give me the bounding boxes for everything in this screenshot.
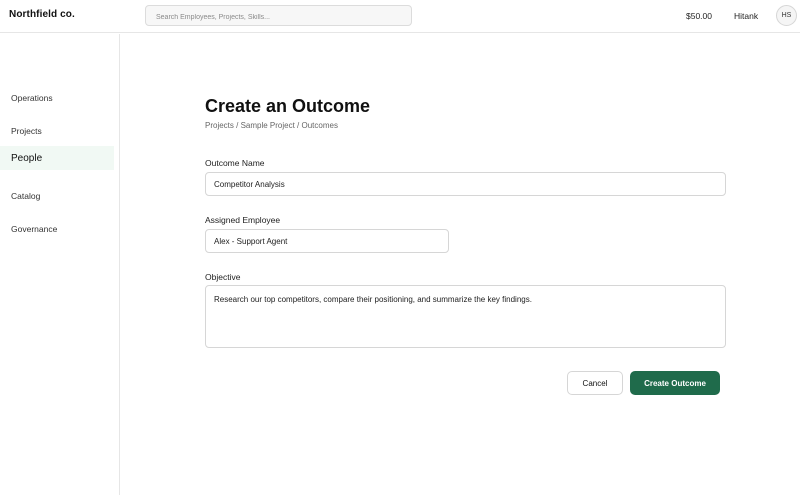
outcome-name-field[interactable]: Competitor Analysis xyxy=(205,172,726,196)
sidebar-item-label: Catalog xyxy=(11,191,41,201)
avatar[interactable]: HS xyxy=(776,5,797,26)
sidebar-item-projects[interactable]: Projects xyxy=(0,119,114,143)
outcome-name-label: Outcome Name xyxy=(205,158,265,168)
page-title: Create an Outcome xyxy=(205,96,371,116)
assigned-employee-field[interactable]: Alex - Support Agent xyxy=(205,229,449,253)
sidebar-item-governance[interactable]: Governance xyxy=(0,217,114,241)
search-box[interactable] xyxy=(145,5,412,27)
sidebar-item-label: Governance xyxy=(11,224,58,234)
main-content: Create an Outcome Projects / Sample Proj… xyxy=(121,34,800,495)
sidebar-item-operations[interactable]: Operations xyxy=(0,86,114,110)
account-balance: $50.00 xyxy=(686,11,712,21)
brand-logo[interactable]: Northfield co. xyxy=(9,9,75,20)
sidebar-item-label: People xyxy=(11,152,43,164)
assigned-employee-label: Assigned Employee xyxy=(205,215,281,225)
objective-label: Objective xyxy=(205,272,241,282)
assigned-employee-value: Alex - Support Agent xyxy=(214,236,288,246)
sidebar: Operations Projects People Catalog Gover… xyxy=(0,34,120,495)
outcome-name-value: Competitor Analysis xyxy=(214,179,285,189)
objective-textarea[interactable]: Research our top competitors, compare th… xyxy=(205,285,726,348)
sidebar-item-catalog[interactable]: Catalog xyxy=(0,184,114,208)
user-name[interactable]: Hitank xyxy=(734,11,758,21)
sidebar-item-people[interactable]: People xyxy=(0,146,114,170)
breadcrumb[interactable]: Projects / Sample Project / Outcomes xyxy=(205,121,338,130)
top-bar: Northfield co. $50.00 Hitank HS xyxy=(0,0,800,33)
cancel-button[interactable]: Cancel xyxy=(567,371,623,395)
search-input[interactable] xyxy=(146,8,411,27)
sidebar-item-label: Projects xyxy=(11,126,42,136)
sidebar-item-label: Operations xyxy=(11,93,53,103)
objective-value: Research our top competitors, compare th… xyxy=(214,295,532,304)
create-outcome-button[interactable]: Create Outcome xyxy=(630,371,720,395)
